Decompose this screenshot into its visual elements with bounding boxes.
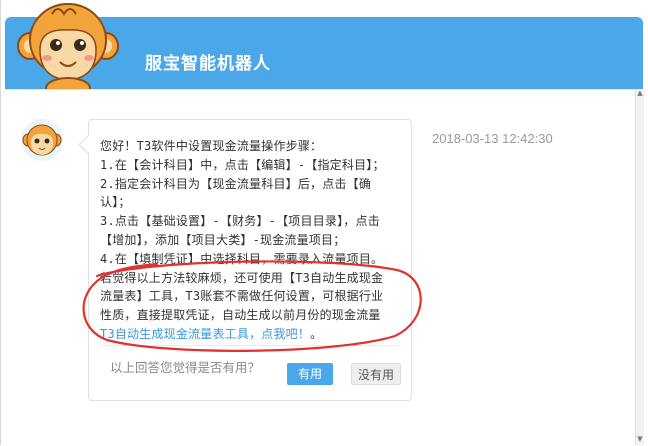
message-line: 1.在【会计科目】中，点击【编辑】-【指定科目】； — [100, 157, 385, 172]
feedback-divider — [100, 345, 398, 346]
message-line: 认】； — [100, 195, 131, 210]
message-line: 若觉得以上方法较麻烦，还可使用【T3自动生成现金 — [100, 270, 384, 285]
message-line: 性质，直接提取凭证，自动生成以前月份的现金流量 — [100, 308, 381, 323]
message-last-line: T3自动生成现金流量表工具，点我吧！。 — [100, 325, 400, 344]
app-title: 服宝智能机器人 — [145, 54, 271, 74]
left-frame-edge — [0, 0, 1, 445]
helpful-no-button[interactable]: 没有用 — [351, 363, 401, 385]
monkey-mascot-icon — [17, 3, 119, 95]
message-timestamp: 2018-03-13 12:42:30 — [432, 131, 553, 146]
scroll-up-icon[interactable]: ▲ — [636, 89, 644, 97]
message-line: 3.点击【基础设置】-【财务】-【项目目录】，点击 — [100, 214, 380, 229]
message-line: 流量表】工具，T3账套不需做任何设置，可根据行业 — [100, 289, 384, 304]
bot-avatar — [21, 119, 63, 161]
message-text: 您好！T3软件中设置现金流量操作步骤： 1.在【会计科目】中，点击【编辑】-【指… — [100, 137, 400, 344]
feedback-question: 以上回答您觉得是否有用？ — [110, 360, 261, 375]
message-line: 2.指定会计科目为【现金流量科目】后，点击【确 — [100, 176, 372, 191]
helpful-yes-button[interactable]: 有用 — [287, 363, 333, 385]
tool-link[interactable]: 3自动生成现金流量表工具，点我吧！ — [107, 327, 310, 341]
scroll-down-icon[interactable]: ▼ — [636, 435, 644, 443]
message-line: 4.在【填制凭证】中选择科目，需要录入流量项目。 — [100, 251, 384, 266]
monkey-avatar-icon — [22, 124, 62, 156]
chat-scrollbar[interactable]: ▲ ▼ — [635, 89, 644, 445]
message-line: 您好！T3软件中设置现金流量操作步骤： — [100, 139, 323, 153]
message-line: 【增加】，添加【项目大类】-现金流量项目； — [100, 232, 346, 247]
message-end: 。 — [310, 326, 323, 341]
